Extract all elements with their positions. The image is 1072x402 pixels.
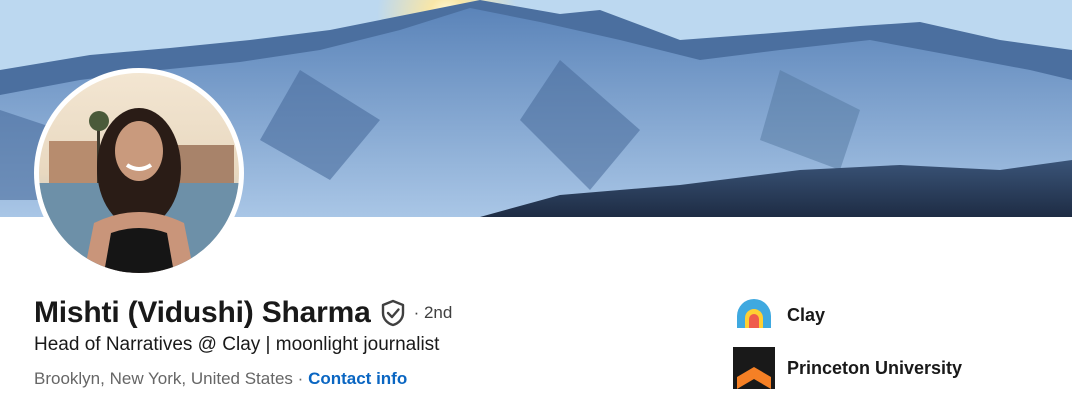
profile-name: Mishti (Vidushi) Sharma [34, 296, 371, 329]
contact-info-link[interactable]: Contact info [308, 369, 407, 388]
separator-dot: · [297, 369, 304, 388]
princeton-logo-icon [733, 347, 775, 389]
profile-photo [39, 73, 239, 273]
clay-logo-icon [733, 294, 775, 336]
connection-degree: · 2nd [413, 303, 453, 322]
location-row: Brooklyn, New York, United States · Cont… [34, 369, 407, 389]
org-princeton[interactable]: Princeton University [733, 347, 962, 389]
profile-avatar[interactable] [34, 68, 244, 278]
profile-headline: Head of Narratives @ Clay | moonlight jo… [34, 334, 440, 355]
profile-location: Brooklyn, New York, United States [34, 369, 293, 388]
profile-name-row: Mishti (Vidushi) Sharma · 2nd [34, 294, 452, 332]
org-clay[interactable]: Clay [733, 294, 962, 336]
verified-shield-icon[interactable] [380, 299, 406, 327]
org-clay-name: Clay [787, 304, 826, 325]
org-princeton-name: Princeton University [787, 357, 963, 378]
profile-organizations: Clay Princeton University [733, 294, 962, 400]
